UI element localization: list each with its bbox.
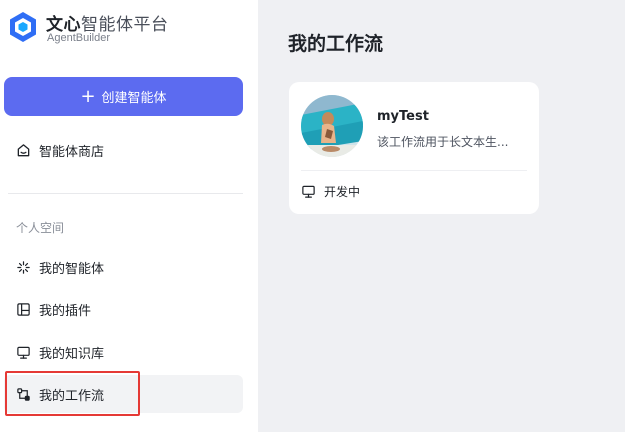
workflow-status: 开发中: [301, 183, 360, 200]
sidebar-item-agent-store[interactable]: 智能体商店: [4, 131, 243, 169]
logo[interactable]: 文心智能体平台 AgentBuilder: [8, 8, 248, 48]
sidebar-item-label: 我的工作流: [39, 388, 105, 404]
workflow-avatar: [301, 95, 363, 157]
sidebar-item-label: 我的插件: [39, 303, 92, 319]
monitor-icon: [17, 346, 30, 359]
workflow-name: myTest: [377, 109, 429, 124]
workflow-status-label: 开发中: [324, 185, 361, 199]
workflow-description: 该工作流用于长文本生...: [377, 135, 509, 149]
sidebar-item-label: 我的智能体: [39, 261, 105, 277]
plugin-icon: [17, 302, 30, 316]
sidebar-item-label: 智能体商店: [39, 144, 105, 160]
monitor-icon: [302, 185, 315, 198]
sidebar-item-label: 我的知识库: [39, 346, 105, 362]
workflow-icon: [17, 387, 30, 401]
store-icon: [17, 143, 30, 156]
sidebar-item-my-knowledge-base[interactable]: 我的知识库: [4, 333, 243, 371]
sidebar-item-my-agents[interactable]: 我的智能体: [4, 248, 243, 286]
workflow-card[interactable]: myTest 该工作流用于长文本生... 开发中: [289, 82, 539, 214]
sidebar: 文心智能体平台 AgentBuilder + 创建智能体 智能体商店 个人空间 …: [0, 0, 258, 432]
plus-icon: +: [80, 85, 96, 107]
sidebar-item-my-workflows[interactable]: 我的工作流: [4, 375, 243, 413]
create-agent-button[interactable]: + 创建智能体: [4, 77, 243, 116]
sidebar-item-my-plugins[interactable]: 我的插件: [4, 290, 243, 328]
logo-subtitle: AgentBuilder: [47, 32, 110, 44]
page-title: 我的工作流: [288, 33, 384, 55]
card-divider: [301, 170, 527, 171]
sparkle-icon: [17, 260, 30, 274]
sidebar-divider: [8, 193, 243, 194]
logo-icon: [10, 12, 36, 42]
create-agent-label: 创建智能体: [101, 91, 167, 106]
section-title-personal-space: 个人空间: [16, 221, 65, 235]
